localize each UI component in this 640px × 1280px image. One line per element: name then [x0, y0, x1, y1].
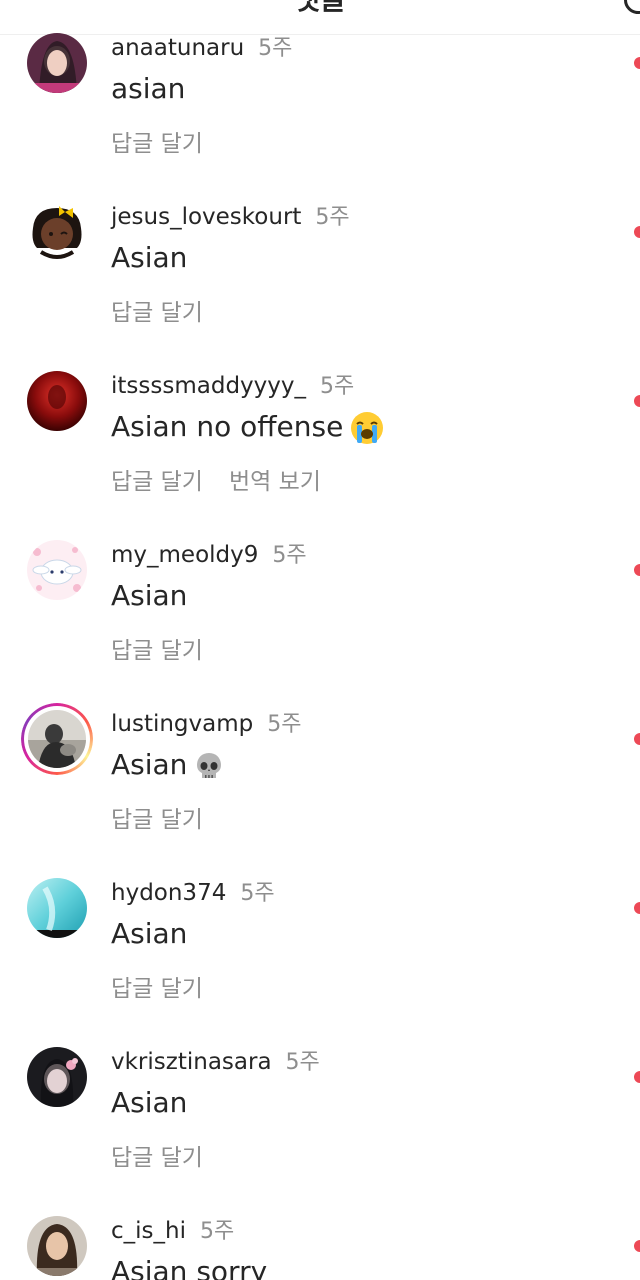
username-link[interactable]: vkrisztinasara: [111, 1049, 272, 1075]
avatar[interactable]: [27, 33, 87, 93]
heart-icon[interactable]: [634, 564, 640, 576]
heart-icon[interactable]: [634, 395, 640, 407]
timestamp: 5주: [319, 374, 355, 399]
comment-text: Asian: [111, 579, 188, 612]
heart-icon[interactable]: [634, 1071, 640, 1083]
comment-text: Asian no offense: [111, 410, 385, 446]
comment-header: c_is_hi 5주: [111, 1213, 234, 1245]
username-link[interactable]: my_meoldy9: [111, 542, 258, 568]
username-link[interactable]: lustingvamp: [111, 711, 253, 737]
page-title: 댓글: [0, 0, 640, 18]
comment-actions: 답글 달기: [111, 800, 229, 834]
timestamp: 5주: [315, 205, 350, 230]
comment-header: my_meoldy9 5주: [111, 537, 307, 569]
avatar[interactable]: [27, 540, 87, 600]
comment-actions: 답글 달기: [111, 124, 229, 158]
timestamp: 5주: [200, 1219, 235, 1244]
heart-icon[interactable]: [634, 733, 640, 745]
reply-button[interactable]: 답글 달기: [111, 300, 203, 326]
comment-actions: 답글 달기: [111, 293, 229, 327]
timestamp: 5주: [285, 1050, 320, 1075]
comment-item: itssssmaddyyyy_ 5주 Asian no offense 답글 달기…: [0, 368, 640, 536]
comment-item: jesus_loveskourt 5주 Asian 답글 달기: [0, 199, 640, 367]
comment-item: vkrisztinasara 5주 Asian 답글 달기: [0, 1044, 640, 1212]
reply-button[interactable]: 답글 달기: [111, 976, 203, 1002]
heart-icon[interactable]: [634, 1240, 640, 1252]
avatar-with-story-ring[interactable]: [21, 703, 93, 775]
comment-header: itssssmaddyyyy_ 5주: [111, 368, 354, 400]
comment-text: Asian: [111, 241, 188, 274]
reply-button[interactable]: 답글 달기: [111, 1145, 203, 1171]
red-photo-icon: [27, 371, 87, 431]
comment-text: Asian sorry: [111, 1255, 268, 1280]
comment-item: anaatunaru 5주 asian 답글 달기: [0, 30, 640, 198]
comment-text: Asian: [111, 748, 225, 782]
comment-item: c_is_hi 5주 Asian sorry: [0, 1213, 640, 1280]
comment-item: hydon374 5주 Asian 답글 달기: [0, 875, 640, 1043]
username-link[interactable]: c_is_hi: [111, 1218, 186, 1244]
cyan-photo-icon: [27, 878, 87, 938]
comment-header: anaatunaru 5주: [111, 30, 292, 62]
reply-button[interactable]: 답글 달기: [111, 469, 203, 495]
comment-text-content: Asian: [111, 748, 188, 781]
comment-actions: 답글 달기: [111, 631, 229, 665]
avatar[interactable]: [27, 878, 87, 938]
comment-text-content: Asian no offense: [111, 410, 344, 443]
story-ring-photo-icon: [28, 710, 86, 768]
comment-text: asian: [111, 72, 186, 105]
comment-header: jesus_loveskourt 5주: [111, 199, 350, 231]
avatar[interactable]: [27, 371, 87, 431]
reply-button[interactable]: 답글 달기: [111, 807, 203, 833]
username-link[interactable]: jesus_loveskourt: [111, 204, 301, 230]
comment-item: lustingvamp 5주 Asian 답글 달기: [0, 703, 640, 874]
timestamp: 5주: [258, 36, 293, 61]
avatar[interactable]: [27, 202, 87, 262]
username-link[interactable]: itssssmaddyyyy_: [111, 373, 306, 399]
comment-item: my_meoldy9 5주 Asian 답글 달기: [0, 537, 640, 705]
comment-header: vkrisztinasara 5주: [111, 1044, 320, 1076]
heart-icon[interactable]: [634, 226, 640, 238]
profile-photo-icon: [27, 33, 87, 93]
avatar[interactable]: [27, 1047, 87, 1107]
cinnamoroll-avatar-icon: [27, 540, 87, 600]
avatar[interactable]: [27, 1216, 87, 1276]
translate-button[interactable]: 번역 보기: [229, 469, 321, 495]
username-link[interactable]: anaatunaru: [111, 35, 244, 61]
comment-actions: 답글 달기 번역 보기: [111, 462, 347, 496]
comment-header: hydon374 5주: [111, 875, 275, 907]
profile-photo-icon: [27, 1047, 87, 1107]
timestamp: 5주: [240, 881, 275, 906]
comment-text: Asian: [111, 1086, 188, 1119]
comment-text: Asian: [111, 917, 188, 950]
timestamp: 5주: [272, 543, 307, 568]
heart-icon[interactable]: [634, 57, 640, 69]
loudly-crying-face-emoji-icon: [351, 412, 384, 444]
heart-icon[interactable]: [634, 902, 640, 914]
timestamp: 5주: [267, 712, 302, 737]
profile-photo-icon: [27, 1216, 87, 1276]
comment-header: lustingvamp 5주: [111, 706, 302, 738]
reply-button[interactable]: 답글 달기: [111, 131, 203, 157]
reply-button[interactable]: 답글 달기: [111, 638, 203, 664]
comment-actions: 답글 달기: [111, 969, 229, 1003]
comment-actions: 답글 달기: [111, 1138, 229, 1172]
username-link[interactable]: hydon374: [111, 880, 226, 906]
skull-emoji-icon: [197, 753, 222, 778]
cartoon-avatar-icon: [27, 202, 87, 262]
